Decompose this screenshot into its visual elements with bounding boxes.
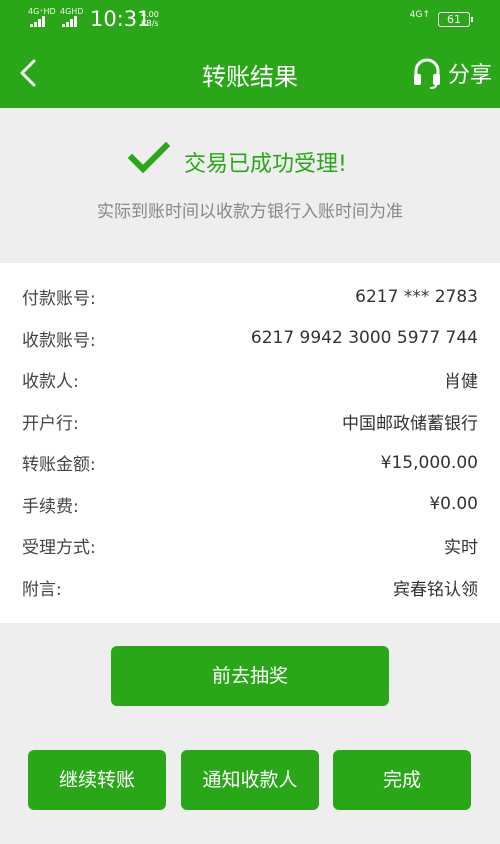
checkmark-icon bbox=[128, 142, 170, 174]
share-label: 分享 bbox=[447, 63, 492, 88]
network-type-2: 4GHD bbox=[60, 7, 84, 16]
battery-level: 61 bbox=[447, 13, 461, 26]
nav-bar: 转账结果 分享 bbox=[0, 39, 500, 108]
lottery-button[interactable]: 前去抽奖 bbox=[111, 646, 389, 706]
notify-payee-button[interactable]: 通知收款人 bbox=[181, 750, 319, 810]
speed-unit: KB/s bbox=[141, 19, 159, 28]
detail-row: 附言: 宾春铭认领 bbox=[0, 567, 500, 609]
detail-list: 付款账号: 6217 *** 2783 收款账号: 6217 9942 3000 59… bbox=[0, 263, 500, 608]
detail-row: 手续费: ¥0.00 bbox=[0, 484, 500, 526]
result-title: 交易已成功受理! bbox=[184, 152, 347, 177]
speed-value: 4.00 bbox=[141, 10, 159, 19]
detail-value: 6217 9942 3000 5977 744 bbox=[250, 328, 478, 349]
detail-label: 开户行: bbox=[22, 413, 79, 434]
detail-row: 受理方式: 实时 bbox=[0, 525, 500, 567]
detail-row: 开户行: 中国邮政储蓄银行 bbox=[0, 401, 500, 443]
detail-value: 肖健 bbox=[444, 372, 478, 393]
detail-value: 宾春铭认领 bbox=[393, 579, 478, 600]
detail-value: ¥15,000.00 bbox=[380, 452, 478, 473]
detail-label: 附言: bbox=[22, 579, 62, 600]
transfer-details: 付款账号: 6217 *** 2783 收款账号: 6217 9942 3000 59… bbox=[0, 263, 500, 623]
detail-value: ¥0.00 bbox=[429, 494, 478, 515]
headset-icon bbox=[413, 58, 440, 89]
status-bar: 4G⁺HD 4GHD 10:31 4.00 KB/s 4G↑ 61 bbox=[0, 0, 500, 39]
continue-transfer-button[interactable]: 继续转账 bbox=[28, 750, 166, 810]
data-indicator: 4G↑ bbox=[409, 10, 430, 20]
signal-strength-icon bbox=[30, 16, 45, 27]
detail-value: 实时 bbox=[444, 538, 478, 559]
detail-value: 中国邮政储蓄银行 bbox=[342, 413, 478, 434]
network-speed: 4.00 KB/s bbox=[141, 10, 159, 28]
detail-label: 手续费: bbox=[22, 496, 79, 517]
detail-row: 转账金额: ¥15,000.00 bbox=[0, 442, 500, 484]
detail-row: 收款账号: 6217 9942 3000 5977 744 bbox=[0, 318, 500, 360]
detail-label: 转账金额: bbox=[22, 455, 96, 476]
detail-label: 收款账号: bbox=[22, 330, 96, 351]
detail-row: 付款账号: 6217 *** 2783 bbox=[0, 276, 500, 318]
signal-strength-icon-2 bbox=[62, 16, 77, 27]
detail-value: 6217 *** 2783 bbox=[355, 286, 478, 307]
detail-label: 收款人: bbox=[22, 372, 79, 393]
done-button[interactable]: 完成 bbox=[333, 750, 471, 810]
share-button[interactable]: 分享 bbox=[412, 53, 492, 93]
detail-row: 收款人: 肖健 bbox=[0, 359, 500, 401]
battery-icon: 61 bbox=[438, 12, 473, 27]
detail-label: 付款账号: bbox=[22, 289, 96, 310]
detail-label: 受理方式: bbox=[22, 538, 96, 559]
result-banner: 交易已成功受理! 实际到账时间以收款方银行入账时间为准 bbox=[0, 108, 500, 263]
result-subtitle: 实际到账时间以收款方银行入账时间为准 bbox=[97, 202, 403, 222]
network-type-1: 4G⁺HD bbox=[28, 7, 56, 16]
